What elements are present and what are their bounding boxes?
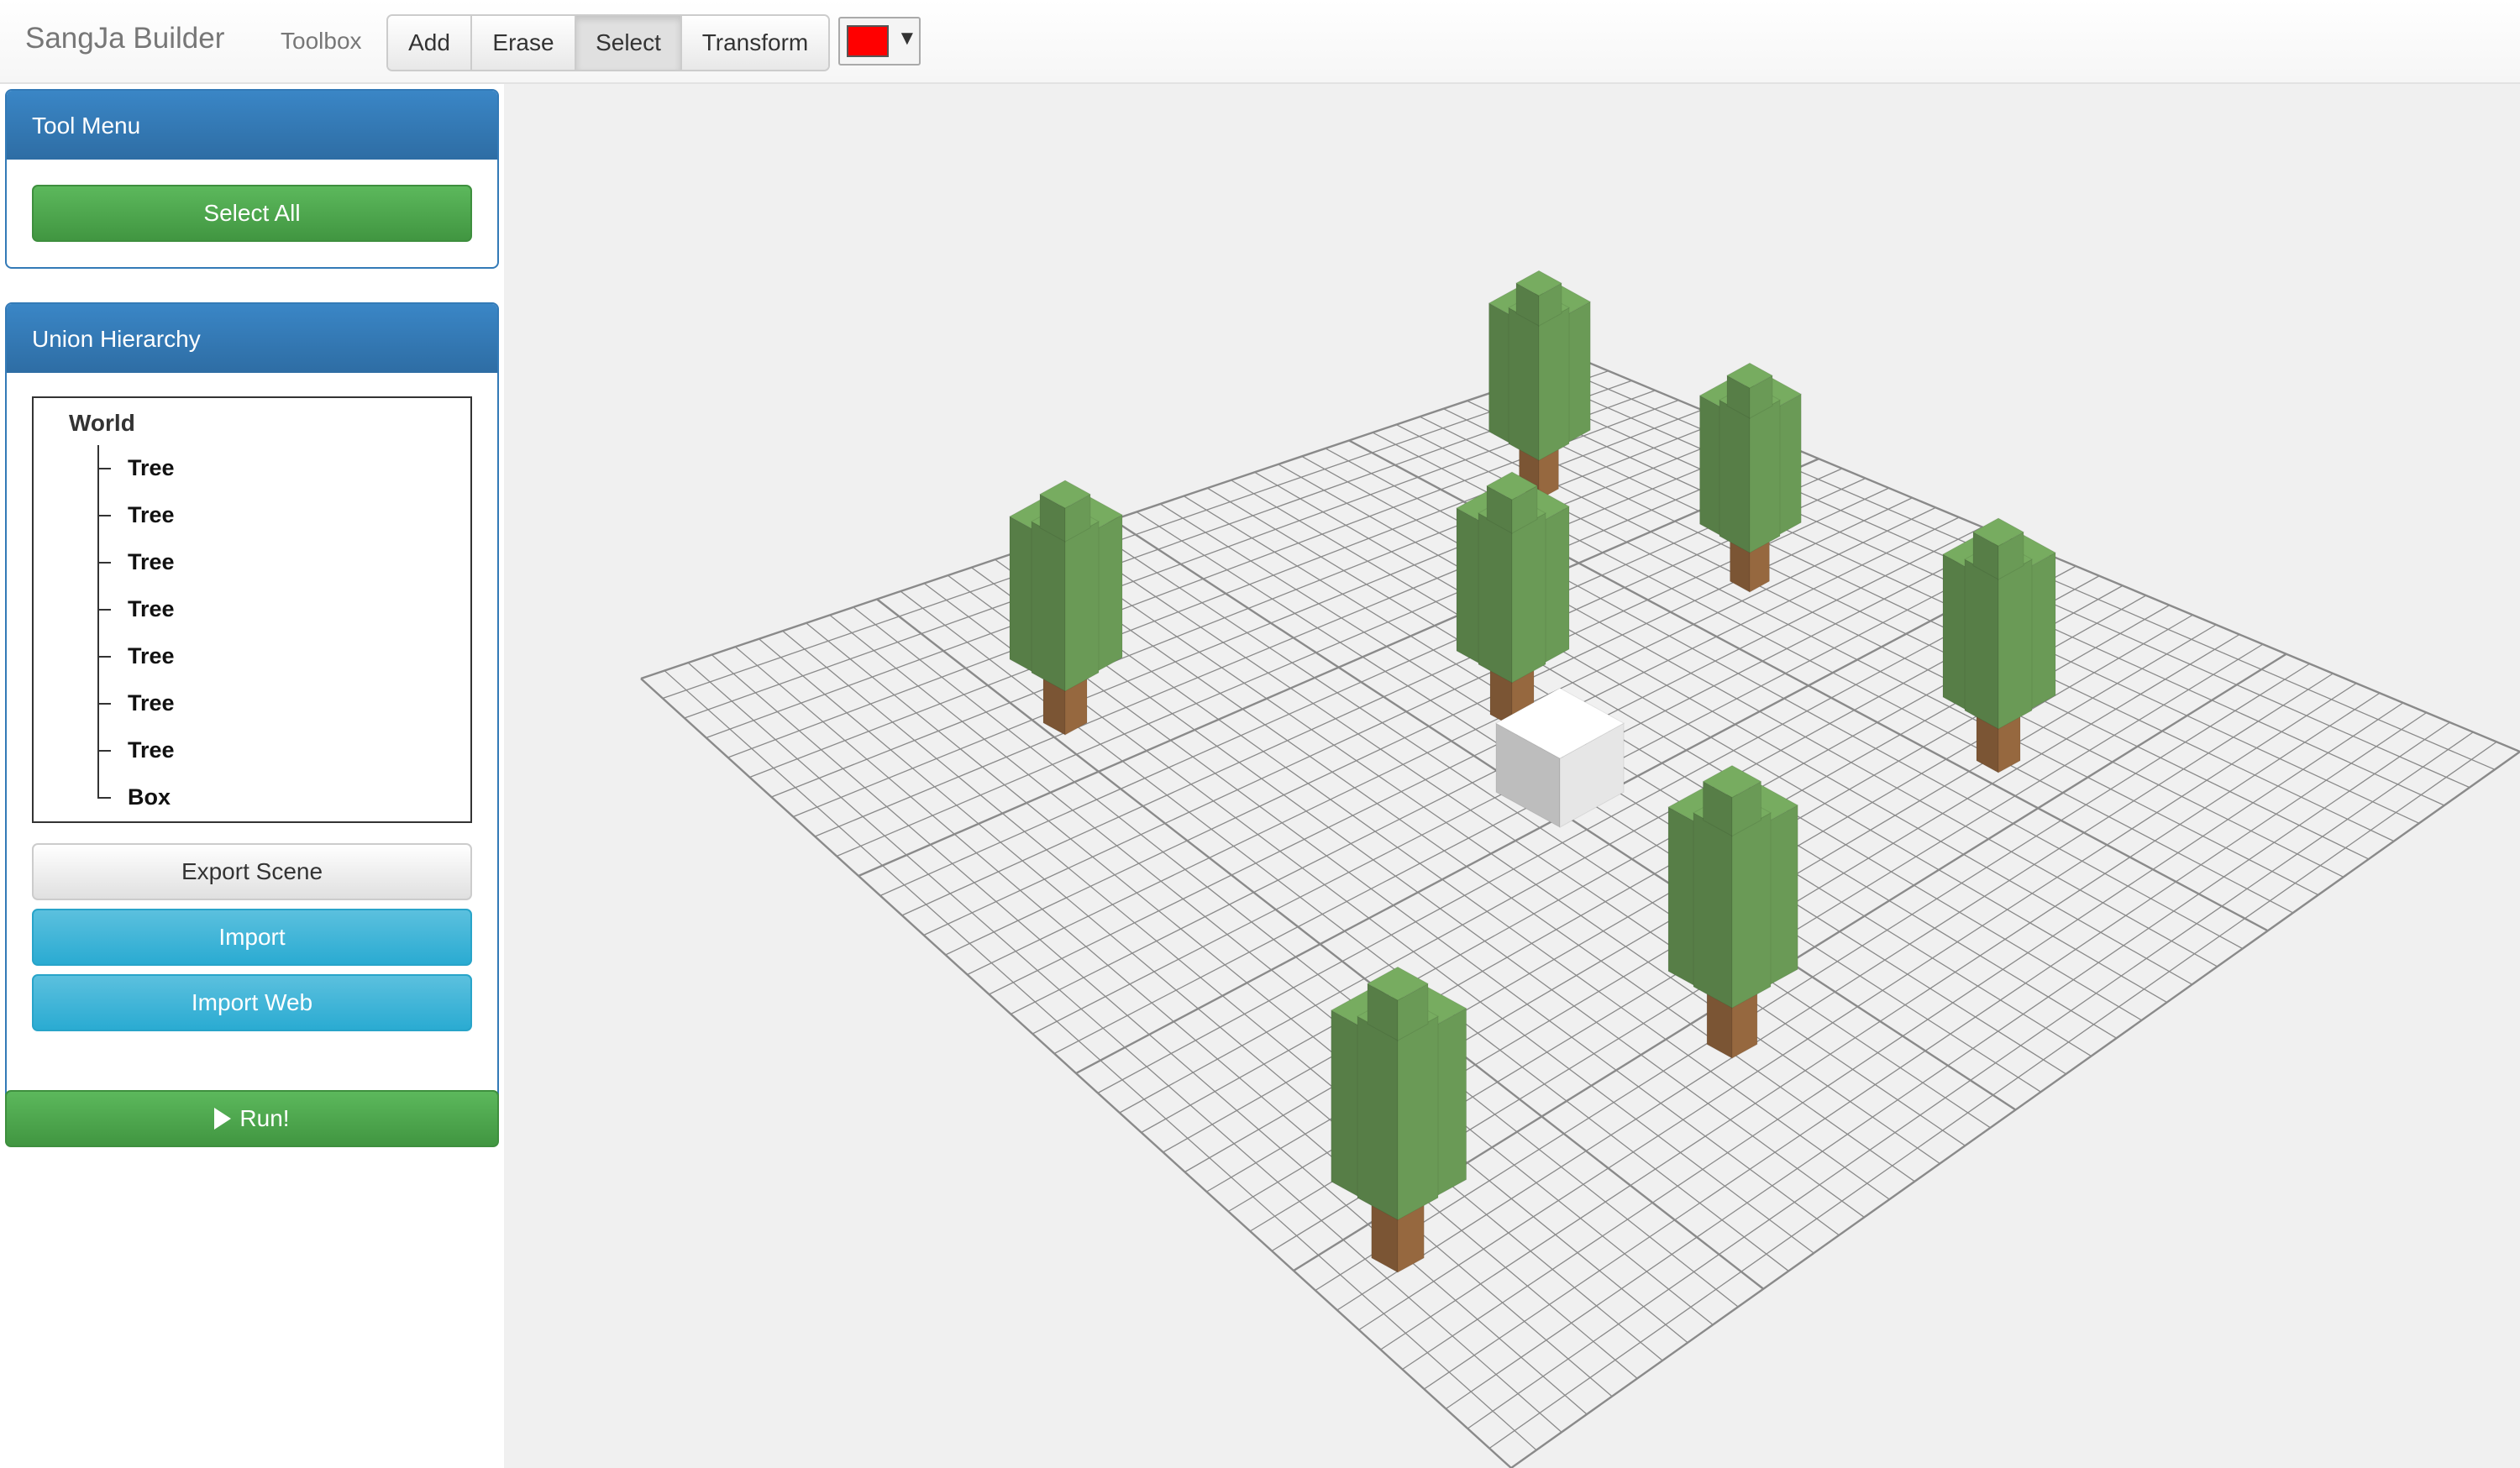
voxel-face-right (1064, 521, 1100, 692)
grid-line (1488, 741, 2497, 1450)
union-hierarchy-title: Union Hierarchy (7, 304, 497, 373)
top-navbar: SangJa Builder Toolbox Add Erase Select … (0, 0, 2520, 84)
voxel-face-right (1511, 512, 1546, 684)
voxel-face-left (1719, 399, 1751, 554)
transform-tool-button[interactable]: Transform (682, 16, 828, 70)
tree-node[interactable]: Tree (34, 633, 454, 680)
tree-node-label[interactable]: Tree (128, 690, 175, 716)
voxel-face-left (1031, 521, 1066, 692)
union-hierarchy-panel: Union Hierarchy World Tree Tree Tree Tre… (5, 302, 499, 1142)
tree-node-label[interactable]: Tree (128, 549, 175, 575)
scene-tree[interactable] (1455, 471, 1571, 727)
tree-node[interactable]: Tree (34, 727, 454, 774)
tree-node[interactable]: Tree (34, 586, 454, 633)
voxel-face-left (1693, 812, 1733, 1009)
voxel-face-right (1749, 399, 1781, 554)
tree-node[interactable]: Box (34, 774, 454, 821)
tree-node-label[interactable]: Tree (128, 737, 175, 763)
tool-menu-title: Tool Menu (7, 91, 497, 160)
select-tool-button[interactable]: Select (576, 16, 682, 70)
import-button[interactable]: Import (32, 909, 472, 966)
add-tool-button[interactable]: Add (388, 16, 472, 70)
tree-root-world[interactable]: World (69, 410, 135, 437)
voxel-face-left (1508, 307, 1540, 462)
tree-node[interactable]: Tree (34, 445, 454, 492)
ground-grid (640, 359, 2520, 1468)
scene-tree[interactable] (1667, 764, 1799, 1059)
voxel-face-right (1731, 812, 1772, 1009)
import-web-button[interactable]: Import Web (32, 974, 472, 1031)
app-title[interactable]: SangJa Builder (25, 22, 224, 55)
export-scene-button[interactable]: Export Scene (32, 843, 472, 900)
run-button[interactable]: Run! (5, 1090, 499, 1147)
tree-node[interactable]: Tree (34, 492, 454, 539)
voxel-face-left (1357, 1015, 1399, 1221)
voxel-face-right (1538, 307, 1570, 462)
voxel-face-right (1998, 558, 2033, 730)
tree-node-label[interactable]: Box (128, 784, 171, 810)
toolbox-label: Toolbox (281, 28, 362, 54)
tool-menu-panel: Tool Menu Select All (5, 89, 499, 269)
chevron-down-icon[interactable]: ▼ (897, 27, 917, 50)
color-swatch[interactable] (847, 25, 889, 57)
erase-tool-button[interactable]: Erase (472, 16, 576, 70)
scene-tree[interactable] (1330, 966, 1467, 1273)
grid-line (1467, 731, 2474, 1429)
grid-line (1510, 751, 2520, 1468)
select-all-button[interactable]: Select All (32, 185, 472, 242)
sidebar: Tool Menu Select All Union Hierarchy Wor… (0, 84, 504, 1468)
color-picker[interactable]: ▼ (838, 17, 921, 66)
tree-node-label[interactable]: Tree (128, 502, 175, 528)
voxel-face-left (1478, 512, 1513, 684)
tool-button-group: Add Erase Select Transform (386, 14, 830, 71)
scene-tree[interactable] (1941, 517, 2057, 773)
tree-node[interactable]: Tree (34, 539, 454, 586)
scene-tree[interactable] (1008, 480, 1124, 736)
voxel-face-right (1397, 1015, 1439, 1221)
run-button-label: Run! (239, 1105, 290, 1131)
scene-canvas[interactable] (504, 84, 2520, 1468)
tree-node-label[interactable]: Tree (128, 596, 175, 622)
hierarchy-tree: World Tree Tree Tree Tree Tree Tree Tree… (32, 396, 472, 823)
voxel-face-left (1964, 558, 1999, 730)
play-icon (214, 1108, 232, 1130)
tree-node-label[interactable]: Tree (128, 643, 175, 669)
grid-line (1445, 721, 2450, 1410)
tree-node-label[interactable]: Tree (128, 455, 175, 481)
scene-viewport[interactable] (504, 84, 2520, 1468)
tree-node[interactable]: Tree (34, 680, 454, 727)
